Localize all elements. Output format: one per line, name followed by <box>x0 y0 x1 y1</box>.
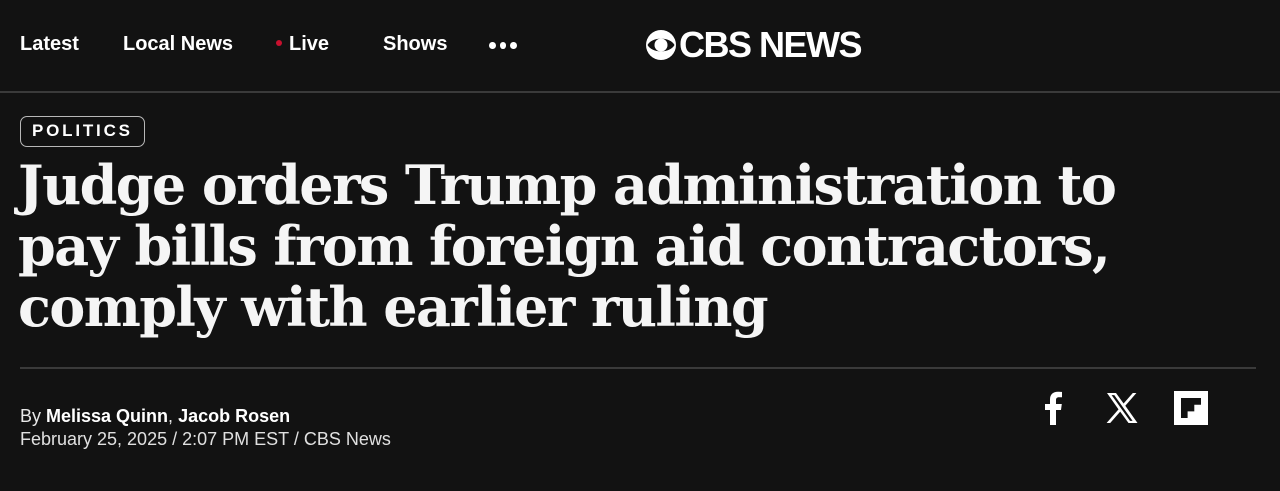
facebook-icon[interactable] <box>1035 391 1071 425</box>
nav-live-label: Live <box>289 33 330 55</box>
more-dots-icon[interactable] <box>489 36 518 54</box>
author-link[interactable]: Melissa Quinn <box>46 406 168 426</box>
author-link[interactable]: Jacob Rosen <box>178 406 290 426</box>
logo-wordmark: CBS NEWS <box>679 24 863 65</box>
author-separator: , <box>168 406 179 426</box>
nav-latest[interactable]: Latest <box>20 32 79 56</box>
header-divider <box>20 367 1256 369</box>
nav-shows[interactable]: Shows <box>383 32 447 56</box>
x-icon[interactable] <box>1104 391 1140 425</box>
article-headline: Judge orders Trump administration to pay… <box>18 153 1117 339</box>
dateline: February 25, 2025 / 2:07 PM EST / CBS Ne… <box>20 429 391 449</box>
live-indicator-dot <box>276 39 282 46</box>
top-navigation: Latest Local News Live Shows CBS NEWS <box>0 0 1280 93</box>
nav-local-news[interactable]: Local News <box>123 32 233 56</box>
flipboard-icon[interactable] <box>1173 391 1209 425</box>
cbs-eye-icon <box>646 30 676 60</box>
nav-live[interactable]: Live <box>276 32 329 56</box>
category-badge[interactable]: POLITICS <box>20 116 145 147</box>
byline-prefix: By <box>20 406 47 426</box>
cbs-news-logo[interactable]: CBS NEWS <box>645 24 863 65</box>
byline: By Melissa Quinn, Jacob Rosen <box>20 405 290 427</box>
